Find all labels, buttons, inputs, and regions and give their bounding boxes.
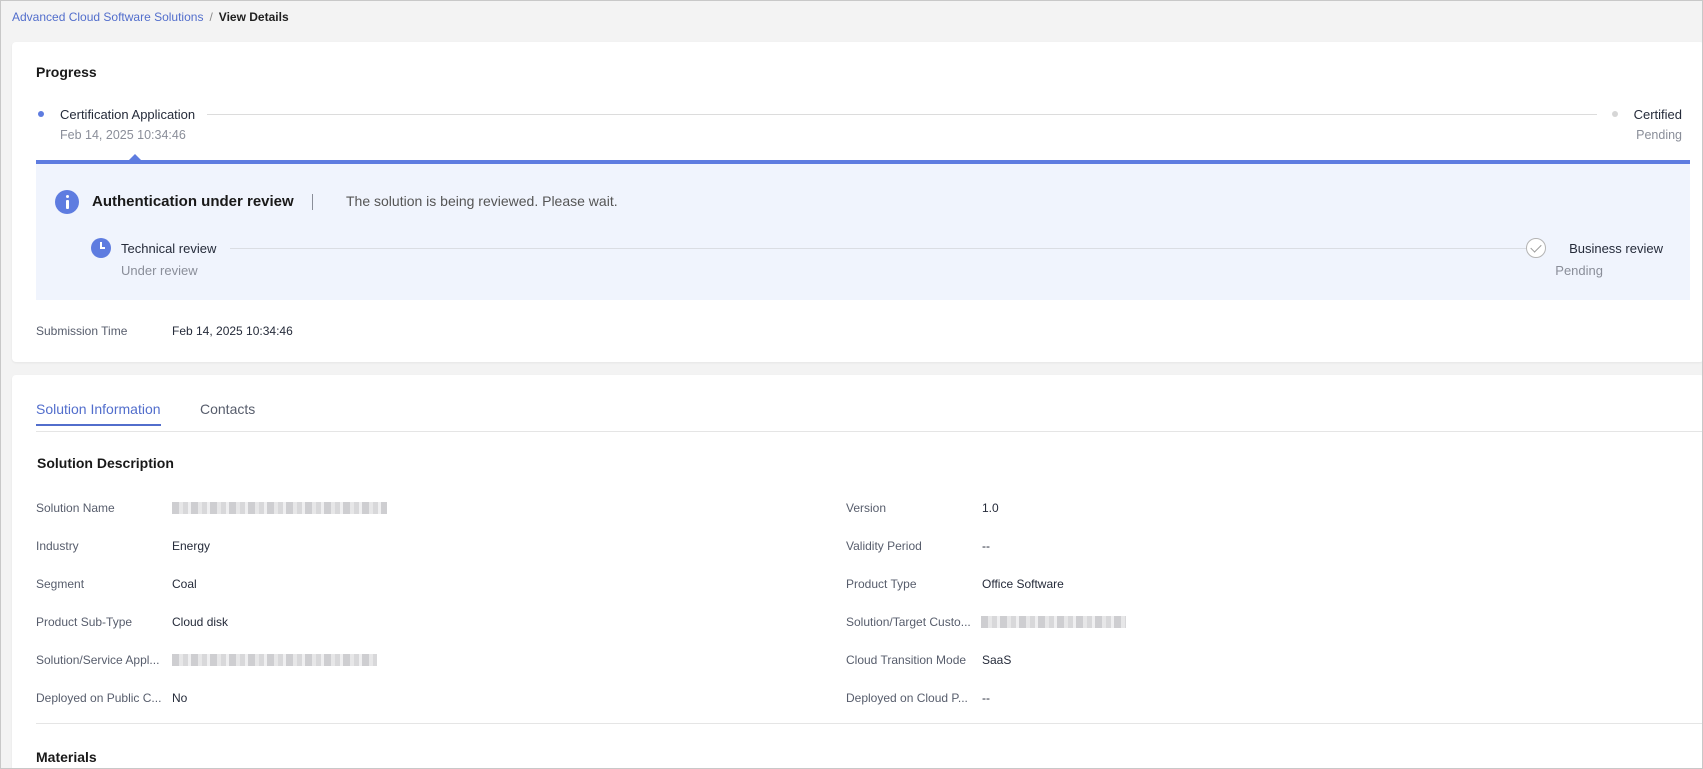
breadcrumb-current: View Details (218, 10, 289, 24)
submission-time-value: Feb 14, 2025 10:34:46 (172, 324, 293, 338)
section-title-solution-description: Solution Description (37, 455, 174, 471)
field-label: Deployed on Cloud P... (846, 691, 968, 705)
substep-connector (230, 248, 1530, 249)
redacted-value (981, 616, 1126, 628)
info-icon (55, 190, 79, 214)
section-title-materials: Materials (36, 749, 97, 765)
review-message: The solution is being reviewed. Please w… (346, 193, 618, 209)
field-value: -- (982, 691, 990, 705)
solution-info-card: Solution Information Contacts Solution D… (12, 375, 1702, 768)
field-label: Solution/Service Appl... (36, 653, 160, 667)
field-value: Office Software (982, 577, 1064, 591)
step-certification-date: Feb 14, 2025 10:34:46 (60, 128, 186, 142)
redacted-value (172, 502, 387, 514)
field-label: Version (846, 501, 887, 515)
substep-technical-review: Technical review (121, 241, 217, 256)
field-label: Solution Name (36, 501, 115, 515)
field-value: SaaS (982, 653, 1012, 667)
progress-card: Progress Certification Application Feb 1… (12, 42, 1702, 362)
step-certified-status: Pending (1636, 128, 1682, 142)
step-certified: Certified (1633, 107, 1682, 122)
field-label: Product Type (846, 577, 917, 591)
step-connector (207, 114, 1597, 115)
field-value: -- (982, 539, 990, 553)
clock-icon (91, 238, 111, 258)
review-panel: Authentication under review The solution… (36, 160, 1690, 300)
review-title: Authentication under review (92, 193, 294, 210)
check-circle-icon (1526, 238, 1546, 258)
field-label: Deployed on Public C... (36, 691, 162, 705)
step-active-dot (38, 111, 44, 117)
step-certification-application: Certification Application (60, 107, 196, 122)
field-label: Cloud Transition Mode (846, 653, 967, 667)
breadcrumb: Advanced Cloud Software Solutions / View… (12, 10, 289, 24)
breadcrumb-link-solutions[interactable]: Advanced Cloud Software Solutions (12, 10, 203, 24)
field-label: Solution/Target Custo... (846, 615, 971, 629)
substep-business-review: Business review (1569, 241, 1663, 256)
progress-title: Progress (36, 64, 97, 80)
submission-time-label: Submission Time (36, 324, 128, 338)
field-value: Coal (172, 577, 197, 591)
substep-technical-status: Under review (121, 263, 198, 278)
tab-solution-information[interactable]: Solution Information (36, 401, 161, 426)
field-label: Product Sub-Type (36, 615, 133, 629)
section-divider (36, 723, 1702, 724)
tab-contacts[interactable]: Contacts (200, 401, 255, 424)
step-pending-dot (1612, 111, 1618, 117)
field-label: Industry (36, 539, 79, 553)
redacted-value (172, 654, 377, 666)
review-divider (312, 194, 313, 210)
tab-bar: Solution Information Contacts (36, 401, 1702, 432)
field-label: Validity Period (846, 539, 922, 553)
field-value: No (172, 691, 188, 705)
substep-business-status: Pending (1555, 263, 1603, 278)
field-value: Cloud disk (172, 615, 229, 629)
page-frame: Advanced Cloud Software Solutions / View… (0, 0, 1703, 769)
field-value: 1.0 (982, 501, 999, 515)
field-value: Energy (172, 539, 211, 553)
breadcrumb-separator: / (209, 10, 213, 24)
field-label: Segment (36, 577, 85, 591)
